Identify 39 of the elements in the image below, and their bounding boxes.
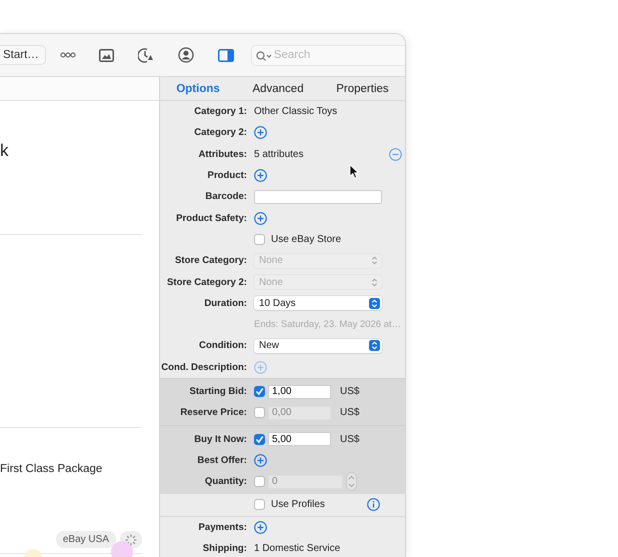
currency-label: US$	[340, 386, 360, 397]
field-label: Buy It Now:	[193, 434, 247, 445]
field-label: Reserve Price:	[179, 407, 247, 418]
checkbox-label: Use Profiles	[271, 499, 325, 510]
field-label: Cond. Description:	[160, 362, 247, 373]
price-field[interactable]: 1,00	[268, 384, 331, 398]
field-value: 5 attributes	[254, 148, 304, 160]
field-label: Quantity:	[204, 476, 247, 488]
search-field[interactable]: Search	[250, 44, 405, 66]
field-label: Store Category:	[174, 255, 247, 266]
field-label: Product Safety:	[175, 212, 247, 224]
field-label: Store Category 2:	[166, 276, 247, 288]
checkbox-label: Use eBay Store	[271, 234, 342, 245]
inspector-tab[interactable]: Advanced	[248, 82, 308, 94]
price-field[interactable]: 5,00	[268, 432, 331, 446]
field-label: Best Offer:	[196, 454, 247, 466]
field-label: Shipping:	[202, 543, 247, 554]
inspector-tab[interactable]: Options	[172, 82, 224, 94]
field-label: Barcode:	[204, 191, 247, 202]
inspector-tab[interactable]: Properties	[332, 82, 393, 94]
site-badge: eBay USA	[56, 531, 116, 548]
field-label: Starting Bid:	[188, 386, 247, 397]
field-label: Category 1:	[193, 106, 247, 118]
field-label: Attributes:	[198, 148, 247, 160]
field-label: Product:	[206, 170, 247, 182]
field-label: Condition:	[198, 340, 247, 352]
end-date-note: Ends: Saturday, 23. May 2026 at…	[254, 319, 402, 330]
field-label: Payments:	[197, 522, 247, 533]
popup-menu[interactable]: 10 Days	[254, 296, 382, 310]
currency-label: US$	[340, 407, 360, 418]
field-label: Duration:	[203, 298, 247, 309]
popup-menu[interactable]: New	[254, 338, 382, 353]
field-label: Category 2:	[193, 127, 247, 138]
listing-title: k	[0, 141, 8, 160]
currency-label: US$	[340, 434, 360, 445]
start-button[interactable]: Start…	[0, 45, 46, 65]
field-value: 1 Domestic Service	[254, 543, 340, 554]
field-value: Other Classic Toys	[254, 106, 338, 118]
shipping-text: First Class Package	[0, 463, 102, 475]
